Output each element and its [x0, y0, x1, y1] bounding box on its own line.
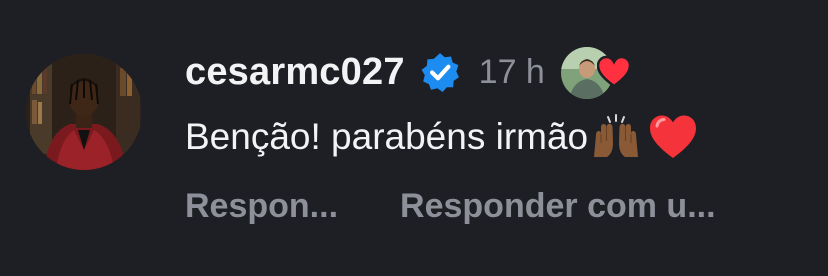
heart-icon — [596, 55, 632, 89]
username[interactable]: cesarmc027 — [185, 53, 405, 91]
reply-with-button[interactable]: Responder com u... — [400, 189, 716, 223]
comment-item: cesarmc027 17 h Benção! parabéns irmão R… — [0, 0, 828, 276]
comment-body: Benção! parabéns irmão — [185, 116, 589, 157]
comment-text: Benção! parabéns irmão — [185, 112, 698, 162]
reply-button[interactable]: Respon... — [185, 189, 338, 223]
liked-by-author-indicator — [558, 45, 633, 101]
raising-hands-icon — [590, 113, 642, 161]
user-avatar[interactable] — [26, 54, 142, 170]
verified-badge-icon — [419, 51, 461, 93]
comment-timestamp: 17 h — [478, 53, 545, 91]
red-heart-icon — [648, 113, 698, 161]
comment-actions: Respon... Responder com u... — [185, 184, 716, 228]
comment-header: cesarmc027 17 h — [185, 44, 633, 101]
